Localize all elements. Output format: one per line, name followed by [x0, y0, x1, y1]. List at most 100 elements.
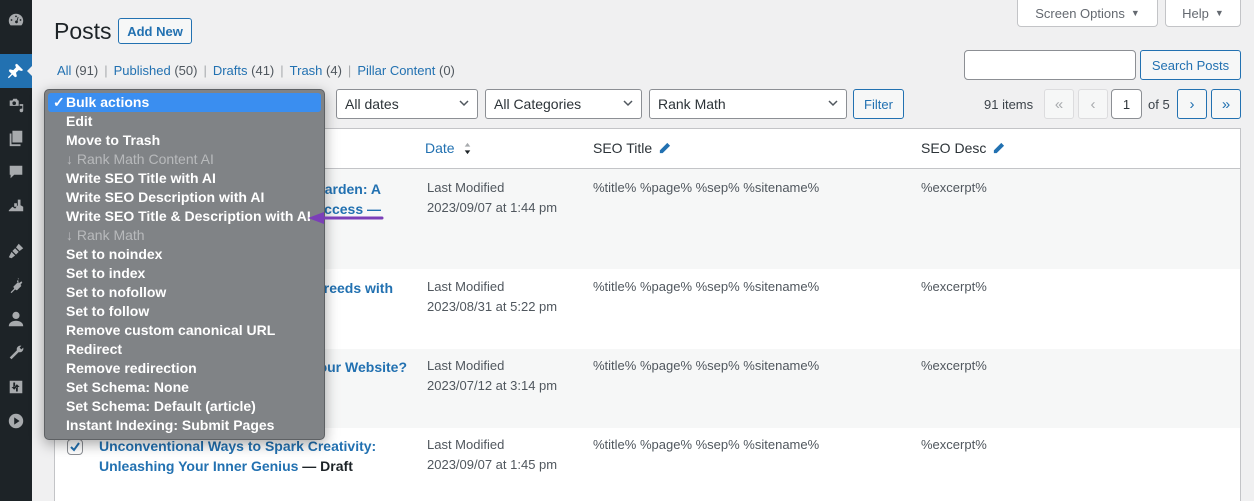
chevron-down-icon [459, 100, 469, 107]
seo-desc-value: %excerpt% [921, 358, 987, 373]
rank-math-icon [8, 199, 24, 212]
bulk-action-remove-redirection[interactable]: Remove redirection [45, 359, 324, 378]
bulk-action-set-index[interactable]: Set to index [45, 264, 324, 283]
view-trash-count: (4) [326, 63, 342, 78]
view-published-count: (50) [174, 63, 198, 78]
search-posts-button[interactable]: Search Posts [1140, 50, 1241, 80]
date-filter-select[interactable]: All dates [336, 89, 478, 119]
first-page-button: « [1044, 89, 1074, 119]
bulk-action-schema-none[interactable]: Set Schema: None [45, 378, 324, 397]
view-drafts[interactable]: Drafts [213, 63, 248, 78]
checkmark-icon: ✓ [53, 94, 65, 110]
sidebar-item-pages[interactable] [0, 121, 32, 155]
last-page-button[interactable]: » [1211, 89, 1241, 119]
view-published[interactable]: Published [114, 63, 171, 78]
play-circle-icon [8, 413, 24, 429]
bulk-action-set-noindex[interactable]: Set to noindex [45, 245, 324, 264]
posts-pin-icon [7, 63, 24, 79]
page-title: Posts [54, 18, 112, 44]
search-posts-input[interactable] [964, 50, 1136, 80]
column-seo-title-label: SEO Title [593, 140, 653, 156]
sidebar-item-media-player[interactable] [0, 404, 32, 438]
post-date: Last Modified 2023/08/31 at 5:22 pm [427, 279, 558, 314]
bulk-action-redirect[interactable]: Redirect [45, 340, 324, 359]
settings-sliders-icon [9, 380, 23, 394]
view-pillar-content[interactable]: Pillar Content [357, 63, 435, 78]
date-filter-value: All dates [345, 96, 399, 112]
bulk-action-bulk-actions[interactable]: ✓ Bulk actions [48, 93, 321, 112]
seo-desc-value: %excerpt% [921, 437, 987, 452]
sidebar-item-appearance[interactable] [0, 234, 32, 268]
bulk-action-write-seo-title-ai[interactable]: Write SEO Title with AI [45, 169, 324, 188]
bulk-action-remove-canonical[interactable]: Remove custom canonical URL [45, 321, 324, 340]
post-state: — Draft [298, 458, 353, 474]
bulk-action-group-rank-math: ↓ Rank Math [66, 227, 145, 243]
media-icon [9, 98, 24, 113]
column-date-sort[interactable]: Date [425, 140, 474, 156]
post-date: Last Modified 2023/09/07 at 1:44 pm [427, 180, 558, 215]
admin-sidebar [0, 0, 32, 501]
sidebar-item-media[interactable] [0, 88, 32, 122]
bulk-action-set-follow[interactable]: Set to follow [45, 302, 324, 321]
chevron-down-icon [828, 100, 838, 107]
view-all[interactable]: All [57, 63, 71, 78]
sidebar-item-dashboard[interactable] [0, 3, 32, 37]
bulk-action-schema-default[interactable]: Set Schema: Default (article) [45, 397, 324, 416]
bulk-actions-menu[interactable]: ✓ Bulk actions Edit Move to Trash ↓ Rank … [44, 89, 325, 440]
sidebar-item-posts[interactable] [0, 54, 32, 88]
bulk-action-set-nofollow[interactable]: Set to nofollow [45, 283, 324, 302]
column-seo-desc-label: SEO Desc [921, 140, 987, 156]
rank-math-filter-value: Rank Math [658, 96, 726, 112]
sidebar-item-settings[interactable] [0, 370, 32, 404]
sidebar-item-tools[interactable] [0, 336, 32, 370]
separator: | [280, 63, 284, 78]
current-page-input[interactable]: 1 [1111, 89, 1142, 119]
help-label: Help [1182, 5, 1209, 21]
total-pages: of 5 [1148, 97, 1170, 112]
items-count: 91 items [984, 97, 1034, 112]
rank-math-filter-select[interactable]: Rank Math [649, 89, 847, 119]
dashboard-icon [8, 13, 24, 26]
filter-button[interactable]: Filter [853, 89, 904, 119]
post-title-link[interactable]: Unconventional Ways to Spark Creativity:… [99, 436, 419, 476]
sort-arrows-icon [464, 142, 470, 154]
bulk-action-move-to-trash[interactable]: Move to Trash [45, 131, 324, 150]
separator: | [347, 63, 352, 78]
next-page-button[interactable]: › [1177, 89, 1207, 119]
seo-title-value: %title% %page% %sep% %sitename% [593, 358, 820, 373]
post-date: Last Modified 2023/09/07 at 1:45 pm [427, 437, 558, 472]
bulk-action-write-seo-description-ai[interactable]: Write SEO Description with AI [45, 188, 324, 207]
view-all-count: (91) [75, 63, 99, 78]
view-pillar-count: (0) [438, 63, 455, 78]
view-trash[interactable]: Trash [290, 63, 323, 78]
seo-title-value: %title% %page% %sep% %sitename% [593, 180, 820, 195]
column-seo-title: SEO Title [593, 140, 671, 156]
column-date-label: Date [425, 140, 455, 156]
bulk-action-group-content-ai: ↓ Rank Math Content AI [66, 151, 214, 167]
plugins-icon [10, 277, 23, 294]
sidebar-item-comments[interactable] [0, 155, 32, 189]
category-filter-select[interactable]: All Categories [485, 89, 642, 119]
pencil-edit-icon[interactable] [658, 142, 671, 155]
separator: | [104, 63, 108, 78]
row-checkbox[interactable] [67, 439, 83, 455]
bulk-action-edit[interactable]: Edit [45, 112, 324, 131]
pages-icon [9, 130, 23, 147]
post-date: Last Modified 2023/07/12 at 3:14 pm [427, 358, 558, 393]
sidebar-item-users[interactable] [0, 302, 32, 336]
post-status-views: All (91) | Published (50) | Drafts (41) | Tras… [57, 63, 455, 78]
screen-options-button[interactable]: Screen Options ▼ [1017, 0, 1158, 27]
seo-desc-value: %excerpt% [921, 180, 987, 195]
caret-down-icon: ▼ [1214, 8, 1224, 18]
sidebar-item-rank-math[interactable] [0, 188, 32, 222]
appearance-brush-icon [8, 243, 24, 259]
screen-options-label: Screen Options [1035, 5, 1125, 21]
bulk-action-instant-indexing[interactable]: Instant Indexing: Submit Pages [45, 416, 324, 435]
pencil-edit-icon[interactable] [992, 142, 1005, 155]
sidebar-item-plugins[interactable] [0, 268, 32, 302]
bulk-action-write-seo-title-description-ai[interactable]: Write SEO Title & Description with AI [45, 207, 324, 226]
checkmark-icon [70, 442, 80, 452]
help-button[interactable]: Help ▼ [1165, 0, 1241, 27]
add-new-button[interactable]: Add New [118, 18, 192, 44]
seo-desc-value: %excerpt% [921, 279, 987, 294]
